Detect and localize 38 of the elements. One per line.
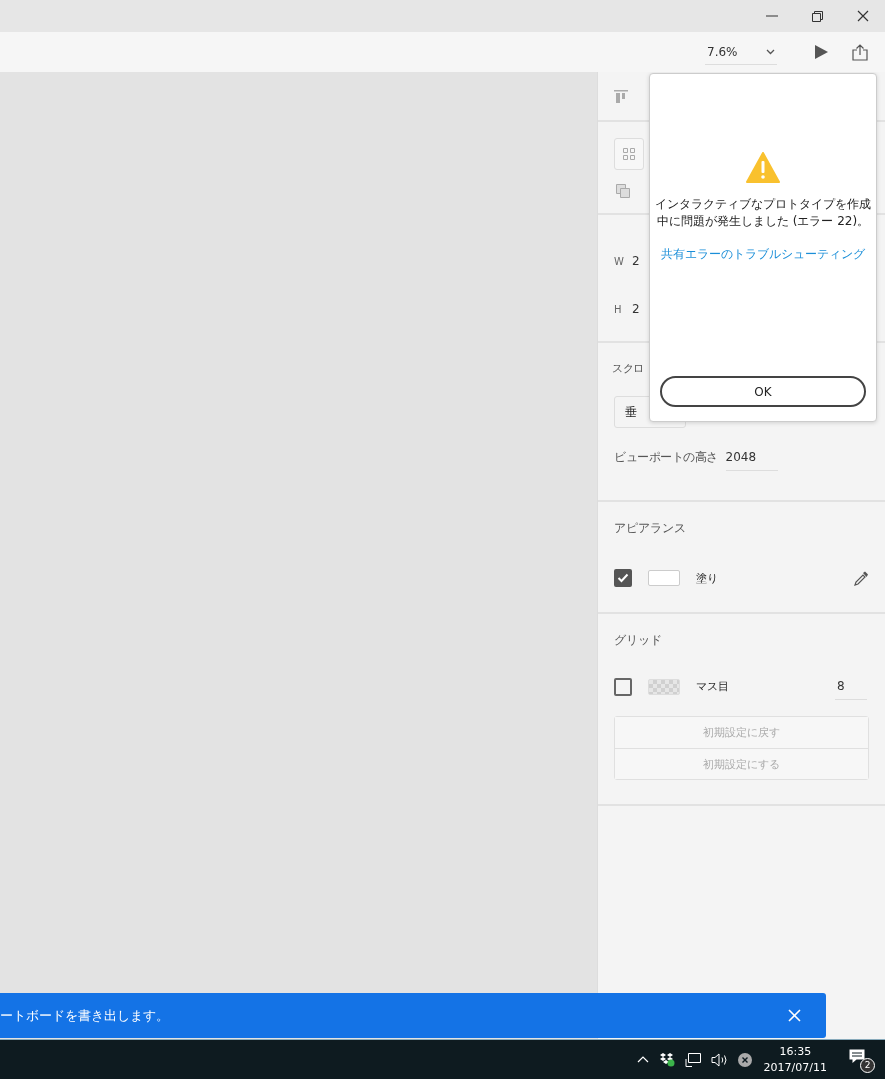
grid-color-swatch[interactable]	[648, 678, 680, 695]
scroll-label: スクロ	[612, 361, 645, 376]
appearance-title: アピアランス	[614, 520, 687, 537]
notification-icon	[849, 1048, 865, 1064]
error-message: インタラクティブなプロトタイプを作成中に問題が発生しました (エラー 22)。	[654, 196, 872, 230]
width-label: W	[614, 255, 625, 267]
fill-checkbox[interactable]	[614, 569, 632, 587]
play-icon[interactable]	[815, 45, 828, 59]
dropbox-icon[interactable]	[658, 1052, 675, 1067]
zoom-dropdown[interactable]: 7.6%	[705, 39, 777, 65]
clock-time[interactable]: 16:35	[779, 1043, 812, 1060]
grid-icon	[623, 148, 635, 160]
eyedropper-icon[interactable]	[854, 570, 869, 586]
color-swatch[interactable]	[648, 570, 680, 586]
caret-icon	[766, 48, 775, 55]
network-icon[interactable]	[684, 1052, 701, 1067]
checkmark-icon	[617, 573, 629, 583]
height-field[interactable]: 2	[632, 302, 640, 316]
grid-size-field[interactable]: 8	[835, 673, 867, 700]
close-icon[interactable]	[857, 10, 869, 22]
clock-date[interactable]: 2017/07/11	[763, 1059, 827, 1076]
viewport-height-label: ビューポートの高さ	[614, 449, 718, 466]
fill-label: 塗り	[696, 570, 719, 586]
export-message: ートボードを書き出します。	[0, 1006, 169, 1025]
restore-icon[interactable]	[812, 10, 823, 22]
grid-title: グリッド	[614, 632, 663, 649]
error-icon[interactable]	[737, 1052, 752, 1067]
height-label: H	[614, 303, 623, 315]
viewport-height-field[interactable]: 2048	[725, 444, 778, 471]
grid-label: マス目	[696, 679, 730, 694]
volume-icon[interactable]	[710, 1052, 728, 1067]
grid-checkbox[interactable]	[614, 677, 632, 696]
width-field[interactable]: 2	[632, 254, 640, 268]
ok-button[interactable]: OK	[660, 376, 866, 407]
troubleshooting-link[interactable]: 共有エラーのトラブルシューティング	[661, 246, 865, 263]
warning-icon	[746, 152, 780, 183]
share-icon[interactable]	[852, 43, 868, 61]
chevron-up-icon[interactable]	[636, 1056, 649, 1063]
